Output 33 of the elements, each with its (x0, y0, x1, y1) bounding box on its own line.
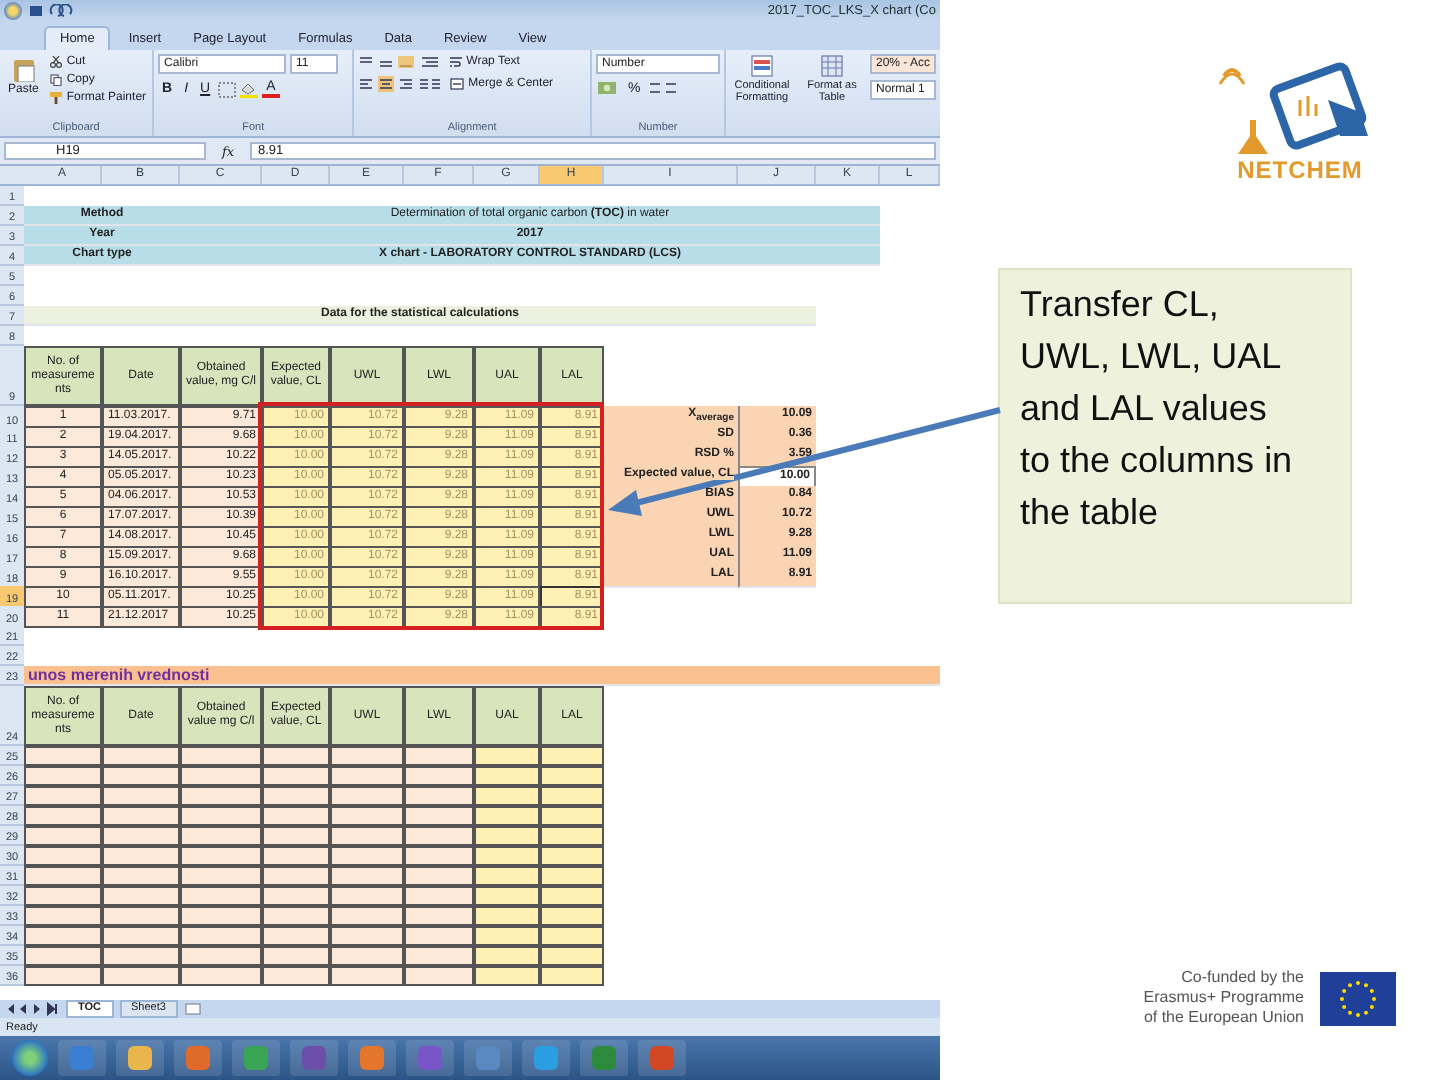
taskbar-app-icon[interactable] (348, 1040, 396, 1076)
clipboard-icon (11, 56, 36, 82)
fill-color-icon[interactable] (240, 81, 259, 97)
taskbar-app-icon[interactable] (174, 1040, 222, 1076)
section-title: unos merenih vrednosti (24, 666, 940, 686)
taskbar-app-icon[interactable] (232, 1040, 280, 1076)
logo-text: NETCHEM (1237, 156, 1363, 184)
taskbar-app-icon[interactable] (522, 1040, 570, 1076)
taskbar-app-icon[interactable] (580, 1040, 628, 1076)
start-button[interactable] (12, 1040, 48, 1076)
taskbar-app-icon[interactable] (116, 1040, 164, 1076)
currency-icon[interactable] (595, 80, 620, 96)
new-sheet-icon[interactable] (183, 1002, 204, 1016)
copy-icon (50, 74, 63, 86)
table-icon (819, 54, 844, 78)
merge-icon (450, 78, 465, 90)
taskbar-app-icon[interactable] (638, 1040, 686, 1076)
taskbar-app-icon[interactable] (58, 1040, 106, 1076)
taskbar-app-icon[interactable] (464, 1040, 512, 1076)
taskbar-app-icon[interactable] (406, 1040, 454, 1076)
alignment-icon[interactable] (358, 54, 443, 70)
taskbar-app-icon[interactable] (290, 1040, 338, 1076)
eu-flag-icon (1320, 971, 1396, 1025)
borders-icon[interactable] (218, 81, 237, 97)
wrap-text-icon (450, 56, 463, 68)
colored-bars-icon (749, 54, 774, 78)
callout-text: Transfer CL, UWL, LWL, UAL and LAL values to the columns in the table (1020, 282, 1294, 536)
office-button[interactable] (4, 1, 22, 19)
brush-icon (50, 92, 63, 104)
scissors-icon (50, 56, 63, 68)
sheet-navigation-icon[interactable] (4, 1002, 60, 1016)
alignment-icon[interactable] (358, 76, 443, 92)
funding-text: Co-funded by the Erasmus+ Programme of the European Union (1143, 968, 1304, 1028)
